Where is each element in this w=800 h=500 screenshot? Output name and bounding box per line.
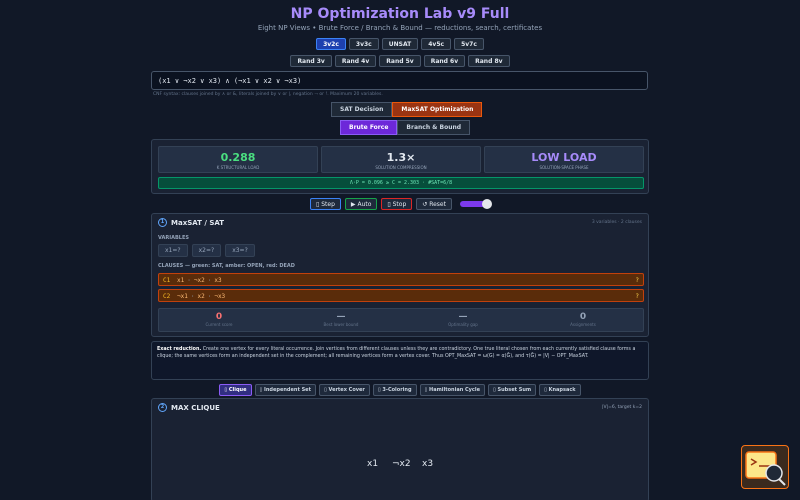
assignments-stat: 0 Assignments — [523, 312, 643, 327]
method-toggle: Brute Force Branch & Bound — [340, 120, 471, 135]
variables-row: x1=? x2=? x3=? — [158, 244, 255, 257]
clause-state: ? — [635, 277, 639, 284]
metric-label: K STRUCTURAL LOAD — [216, 165, 260, 170]
stop-button[interactable]: ▯ Stop — [381, 198, 413, 210]
maxsat-panel: 1 MaxSAT / SAT 3 variables · 2 clauses V… — [151, 213, 649, 337]
metric-value: LOW LOAD — [531, 151, 597, 164]
random-button[interactable]: Rand 4v — [334, 55, 377, 67]
view-tabs: ▯ Clique ▯ Independent Set ▯ Vertex Cove… — [0, 384, 800, 396]
random-button[interactable]: Rand 6v — [423, 55, 466, 67]
speed-slider[interactable] — [459, 199, 492, 209]
terminal-search-icon — [745, 451, 786, 486]
random-button[interactable]: Rand 5v — [379, 55, 421, 67]
maxsat-title: MaxSAT / SAT — [171, 218, 225, 227]
graph-node[interactable]: x1 — [367, 459, 378, 469]
metric-value: 1.3× — [386, 151, 416, 164]
graph-node[interactable]: ¬x2 — [392, 459, 411, 469]
metric-value: 0.288 — [220, 151, 256, 164]
literal: x3 — [214, 277, 222, 284]
solution-phase-card: LOW LOAD SOLUTION-SPACE PHASE — [484, 146, 644, 173]
clique-meta: |V|=6, target k=2 — [602, 405, 642, 410]
preset-button[interactable]: 3v2c — [316, 38, 346, 50]
slider-knob[interactable] — [481, 199, 492, 209]
variable-chip[interactable]: x3=? — [225, 244, 255, 257]
section-number: 1 — [158, 218, 167, 227]
mode-toggle: SAT Decision MaxSAT Optimization — [331, 102, 483, 117]
stat-label: Best lower bound — [323, 322, 359, 327]
reduction-note: Exact reduction. Create one vertex for e… — [151, 341, 649, 380]
tab-knapsack[interactable]: ▯ Knapsack — [539, 384, 581, 396]
note-bold: Exact reduction. — [157, 347, 202, 352]
step-button[interactable]: ▯ Step — [310, 198, 341, 210]
optimality-gap-stat: — Optimality gap — [403, 312, 523, 327]
tab-hamiltonian-cycle[interactable]: ▯ Hamiltonian Cycle — [419, 384, 485, 396]
tab-subset-sum[interactable]: ▯ Subset Sum — [488, 384, 537, 396]
branch-and-bound-button[interactable]: Branch & Bound — [397, 120, 471, 135]
variable-chip[interactable]: x1=? — [158, 244, 188, 257]
clique-header: 2 MAX CLIQUE — [158, 403, 220, 412]
clauses-label: CLAUSES — green: SAT, amber: OPEN, red: … — [158, 263, 295, 269]
preset-button[interactable]: UNSAT — [381, 38, 419, 50]
tab-independent-set[interactable]: ▯ Independent Set — [254, 384, 316, 396]
control-bar: ▯ Step ▶ Auto ▯ Stop ↺ Reset — [0, 198, 800, 210]
preset-row: 3v2c 3v3c UNSAT 4v5c 5v7c — [0, 38, 800, 50]
maxsat-meta: 3 variables · 2 clauses — [591, 220, 642, 225]
equation-bar: Λ·P = 0.096 ≥ C = 2.303 · #SAT=6/8 — [158, 177, 644, 189]
graph-node[interactable]: x3 — [422, 459, 433, 469]
preset-button[interactable]: 3v3c — [348, 38, 379, 50]
clique-title: MAX CLIQUE — [171, 403, 220, 412]
stat-value: — — [458, 312, 468, 322]
stat-value: — — [336, 312, 346, 322]
stats-bar: 0 Current score — Best lower bound — Opt… — [158, 308, 644, 332]
clause-row: C2 ¬x1 · x2 · ¬x3 ? — [158, 289, 644, 302]
app-subtitle: Eight NP Views • Brute Force / Branch & … — [257, 24, 543, 32]
clause-state: ? — [635, 293, 639, 300]
structural-load-card: 0.288 K STRUCTURAL LOAD — [158, 146, 318, 173]
literal: x1 — [177, 277, 185, 284]
app-title: NP Optimization Lab v9 Full — [290, 6, 510, 22]
maxsat-optimization-button[interactable]: MaxSAT Optimization — [392, 102, 483, 117]
auto-button[interactable]: ▶ Auto — [344, 198, 378, 210]
note-text: Create one vertex for every literal occu… — [157, 347, 636, 359]
metric-label: SOLUTION-SPACE PHASE — [539, 165, 589, 170]
stat-label: Current score — [205, 322, 233, 327]
formula-input[interactable]: (x1 ∨ ¬x2 ∨ x3) ∧ (¬x1 ∨ x2 ∨ ¬x3) — [151, 71, 648, 90]
metric-label: SOLUTION COMPRESSION — [375, 165, 427, 170]
tab-3-coloring[interactable]: ▯ 3-Coloring — [372, 384, 417, 396]
assistant-dock[interactable] — [741, 445, 789, 489]
clause-id: C2 — [163, 293, 171, 300]
preset-button[interactable]: 4v5c — [421, 38, 452, 50]
section-number: 2 — [158, 403, 167, 412]
clause-id: C1 — [163, 277, 171, 284]
best-lower-bound-stat: — Best lower bound — [281, 312, 401, 327]
tab-vertex-cover[interactable]: ▯ Vertex Cover — [318, 384, 370, 396]
clique-panel: 2 MAX CLIQUE |V|=6, target k=2 x1 ¬x2 x3 — [151, 398, 649, 500]
current-score-stat: 0 Current score — [159, 312, 279, 327]
variable-chip[interactable]: x2=? — [191, 244, 222, 257]
literal: x2 — [197, 293, 205, 300]
random-button[interactable]: Rand 3v — [290, 55, 332, 67]
formula-hint: CNF syntax: clauses joined by ∧ or &, li… — [153, 92, 383, 97]
reset-button[interactable]: ↺ Reset — [416, 198, 452, 210]
literal: ¬x1 — [177, 293, 188, 300]
clause-row: C1 x1 · ¬x2 · x3 ? — [158, 273, 644, 286]
preset-button[interactable]: 5v7c — [454, 38, 484, 50]
tab-clique[interactable]: ▯ Clique — [219, 384, 252, 396]
brute-force-button[interactable]: Brute Force — [340, 120, 398, 135]
solution-compression-card: 1.3× SOLUTION COMPRESSION — [321, 146, 481, 173]
stat-label: Optimality gap — [448, 322, 478, 327]
sat-decision-button[interactable]: SAT Decision — [331, 102, 393, 117]
literal: ¬x2 — [193, 277, 205, 284]
random-button[interactable]: Rand 8v — [468, 55, 510, 67]
metrics-panel: 0.288 K STRUCTURAL LOAD 1.3× SOLUTION CO… — [151, 139, 649, 194]
stat-label: Assignments — [570, 322, 596, 327]
stat-value: 0 — [579, 312, 587, 322]
variables-label: VARIABLES — [158, 235, 189, 241]
stat-value: 0 — [215, 312, 223, 322]
literal: ¬x3 — [214, 293, 226, 300]
random-row: Rand 3v Rand 4v Rand 5v Rand 6v Rand 8v — [0, 55, 800, 67]
maxsat-header: 1 MaxSAT / SAT — [158, 218, 224, 227]
